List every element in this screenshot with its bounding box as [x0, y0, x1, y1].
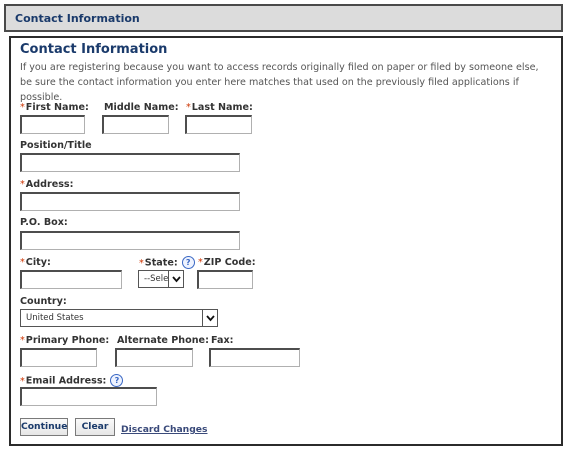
required-marker: * [139, 257, 144, 269]
country-label: Country: [20, 296, 67, 307]
position-label-text: Position/Title [20, 140, 92, 151]
continue-button[interactable]: Continue [20, 418, 68, 436]
required-marker: * [186, 102, 191, 113]
alternate-phone-label-text: Alternate Phone: [117, 335, 209, 346]
primary-phone-field[interactable] [20, 348, 97, 367]
required-marker: * [198, 257, 203, 268]
country-select[interactable]: United States [20, 309, 218, 327]
email-address-field[interactable] [20, 387, 157, 406]
position-label: Position/Title [20, 140, 92, 151]
alternate-phone-field[interactable] [115, 348, 193, 367]
address-label: *Address: [20, 179, 73, 190]
zip-label: *ZIP Code: [198, 257, 256, 268]
middle-name-field[interactable] [102, 115, 169, 134]
primary-phone-label-text: Primary Phone: [25, 335, 110, 346]
required-marker: * [20, 257, 25, 268]
clear-button[interactable]: Clear [75, 418, 115, 436]
address-field[interactable] [20, 192, 240, 211]
email-label: *Email Address:? [20, 374, 124, 387]
chevron-down-icon [168, 271, 183, 287]
chevron-down-icon [202, 310, 217, 326]
position-title-field[interactable] [20, 153, 240, 172]
alternate-phone-label: Alternate Phone: [117, 335, 209, 346]
required-marker: * [20, 335, 25, 346]
middle-name-label-text: Middle Name: [104, 102, 179, 113]
state-label-text: State: [144, 257, 178, 269]
help-icon[interactable]: ? [181, 256, 195, 269]
first-name-field[interactable] [20, 115, 85, 134]
state-selected-value: --Sele [144, 274, 169, 284]
page-header-bar: Contact Information [4, 4, 563, 32]
city-label-text: City: [25, 257, 51, 268]
last-name-field[interactable] [185, 115, 252, 134]
intro-text: If you are registering because you want … [20, 62, 539, 103]
page-header-title: Contact Information [15, 12, 140, 25]
address-label-text: Address: [25, 179, 74, 190]
required-marker: * [20, 102, 25, 113]
fax-label: Fax: [211, 335, 234, 346]
first-name-label-text: First Name: [25, 102, 89, 113]
state-label: *State:? [139, 256, 195, 269]
po-box-field[interactable] [20, 231, 240, 250]
po-box-label: P.O. Box: [20, 217, 68, 228]
discard-changes-link[interactable]: Discard Changes [121, 424, 208, 435]
fax-label-text: Fax: [211, 335, 234, 346]
contact-form-panel: Contact Information If you are registeri… [9, 36, 563, 446]
help-icon[interactable]: ? [110, 374, 124, 387]
last-name-label: *Last Name: [186, 102, 253, 113]
zip-code-field[interactable] [197, 270, 253, 289]
primary-phone-label: *Primary Phone: [20, 335, 109, 346]
city-label: *City: [20, 257, 51, 268]
po-box-label-text: P.O. Box: [20, 217, 68, 228]
last-name-label-text: Last Name: [191, 102, 253, 113]
country-selected-value: United States [26, 313, 84, 323]
zip-label-text: ZIP Code: [203, 257, 256, 268]
required-marker: * [20, 179, 25, 190]
middle-name-label: Middle Name: [104, 102, 179, 113]
fax-field[interactable] [209, 348, 300, 367]
first-name-label: *First Name: [20, 102, 89, 113]
required-marker: * [20, 375, 25, 387]
panel-title: Contact Information [20, 42, 168, 57]
country-label-text: Country: [20, 296, 67, 307]
email-label-text: Email Address: [25, 375, 107, 387]
city-field[interactable] [20, 270, 122, 289]
state-select[interactable]: --Sele [138, 270, 184, 288]
